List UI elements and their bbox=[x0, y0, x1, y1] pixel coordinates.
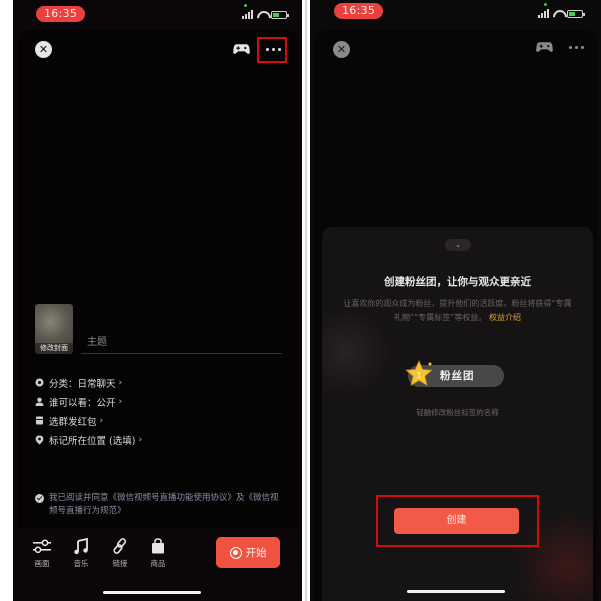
agreement-row: 我已阅读并同意《微信视频号直播功能使用协议》及《微信视频号直播行为规范》 bbox=[35, 492, 285, 518]
music-note-icon bbox=[66, 537, 96, 555]
setting-value: 公开 bbox=[96, 397, 116, 409]
red-packet-icon bbox=[35, 416, 44, 425]
setting-label: 标记所在位置 (选填) bbox=[49, 435, 136, 447]
close-icon[interactable]: ✕ bbox=[35, 41, 52, 58]
category-icon bbox=[35, 378, 44, 387]
shopping-bag-icon bbox=[143, 537, 173, 555]
setting-location[interactable]: 标记所在位置 (选填) › bbox=[35, 430, 142, 449]
annotation-highlight-box bbox=[257, 37, 287, 63]
topic-input[interactable]: 主题 bbox=[87, 333, 107, 348]
tool-label: 链接 bbox=[112, 559, 128, 568]
gamepad-icon[interactable] bbox=[233, 43, 250, 55]
setting-label: 分类： bbox=[49, 378, 78, 390]
chevron-right-icon: › bbox=[138, 434, 143, 445]
status-icons bbox=[538, 9, 585, 18]
privacy-indicator-dot bbox=[544, 3, 547, 6]
tool-label: 画面 bbox=[34, 559, 50, 568]
sliders-icon bbox=[27, 537, 57, 555]
setting-label: 选群发红包 bbox=[49, 416, 97, 428]
battery-icon bbox=[567, 9, 585, 18]
tool-products[interactable]: 商品 bbox=[143, 537, 173, 569]
close-icon[interactable]: ✕ bbox=[333, 41, 350, 58]
right-phone-screen: 16:35 ✕ ⌄ 创建粉丝团，让你与观众更亲近 让喜欢你的观众成为粉丝，提升他… bbox=[310, 0, 601, 601]
setting-value: 日常聊天 bbox=[77, 378, 116, 390]
badge-hint: 轻触修改粉丝标签的名称 bbox=[416, 408, 499, 417]
battery-icon bbox=[271, 10, 289, 19]
screen-divider bbox=[302, 0, 310, 601]
setting-red-packet[interactable]: 选群发红包 › bbox=[35, 411, 142, 430]
benefits-link[interactable]: 权益介绍 bbox=[489, 313, 521, 322]
cover-label: 修改封面 bbox=[35, 343, 73, 354]
badge-level: 1 bbox=[417, 371, 422, 380]
home-indicator bbox=[103, 591, 201, 594]
location-pin-icon bbox=[35, 435, 44, 444]
description-text: 让喜欢你的观众成为粉丝，提升他们的活跃度。粉丝将获得“专属礼物”“专属标签”等权… bbox=[343, 299, 572, 322]
person-icon bbox=[35, 397, 44, 406]
status-time: 16:35 bbox=[334, 3, 384, 19]
dot bbox=[574, 45, 578, 49]
fan-club-panel: ⌄ 创建粉丝团，让你与观众更亲近 让喜欢你的观众成为粉丝，提升他们的活跃度。粉丝… bbox=[322, 227, 593, 601]
privacy-indicator-dot bbox=[244, 4, 247, 7]
dot bbox=[580, 45, 584, 49]
home-indicator bbox=[407, 590, 505, 593]
tool-picture[interactable]: 画面 bbox=[27, 537, 57, 569]
panel-description: 让喜欢你的观众成为粉丝，提升他们的活跃度。粉丝将获得“专属礼物”“专属标签”等权… bbox=[340, 297, 575, 325]
chevron-right-icon: › bbox=[118, 377, 123, 388]
chevron-right-icon: › bbox=[99, 415, 104, 426]
settings-list: 分类： 日常聊天 › 谁可以看： 公开 › 选群发红包 › 标记所在位置 (选填… bbox=[35, 373, 142, 449]
badge-name: 粉丝团 bbox=[440, 370, 475, 382]
tool-label: 商品 bbox=[150, 559, 166, 568]
left-phone-screen: 16:35 ✕ 修改封面 主题 分类： 日常聊天 › 谁可以看： 公开 › 选群… bbox=[13, 0, 302, 601]
gamepad-icon[interactable] bbox=[536, 41, 553, 53]
topic-underline bbox=[81, 353, 282, 354]
cellular-signal-icon bbox=[538, 9, 549, 18]
chevron-down-icon[interactable]: ⌄ bbox=[445, 239, 471, 251]
dot bbox=[568, 45, 572, 49]
setting-label: 谁可以看： bbox=[49, 397, 97, 409]
more-options-button[interactable] bbox=[563, 37, 589, 57]
agreement-text[interactable]: 我已阅读并同意《微信视频号直播功能使用协议》及《微信视频号直播行为规范》 bbox=[49, 492, 285, 518]
cover-image-button[interactable]: 修改封面 bbox=[35, 304, 73, 354]
panel-title: 创建粉丝团，让你与观众更亲近 bbox=[384, 276, 531, 288]
wifi-icon bbox=[257, 11, 267, 19]
star-level-icon: 1 bbox=[405, 359, 433, 387]
chevron-right-icon: › bbox=[118, 396, 123, 407]
bottom-toolbar: 画面 音乐 链接 商品 开始 bbox=[17, 528, 298, 601]
start-label: 开始 bbox=[245, 547, 267, 559]
annotation-highlight-box bbox=[376, 495, 539, 547]
fan-badge[interactable]: 1 粉丝团 bbox=[405, 359, 504, 387]
tool-label: 音乐 bbox=[73, 559, 89, 568]
cellular-signal-icon bbox=[242, 10, 253, 19]
tool-link[interactable]: 链接 bbox=[105, 537, 135, 569]
status-icons bbox=[242, 10, 289, 19]
setting-category[interactable]: 分类： 日常聊天 › bbox=[35, 373, 142, 392]
setting-visibility[interactable]: 谁可以看： 公开 › bbox=[35, 392, 142, 411]
tool-music[interactable]: 音乐 bbox=[66, 537, 96, 569]
link-icon bbox=[105, 537, 135, 555]
record-icon bbox=[229, 546, 242, 559]
start-live-button[interactable]: 开始 bbox=[216, 537, 280, 568]
status-time: 16:35 bbox=[36, 6, 86, 22]
agreement-checkbox[interactable] bbox=[35, 494, 44, 503]
wifi-icon bbox=[553, 10, 563, 18]
